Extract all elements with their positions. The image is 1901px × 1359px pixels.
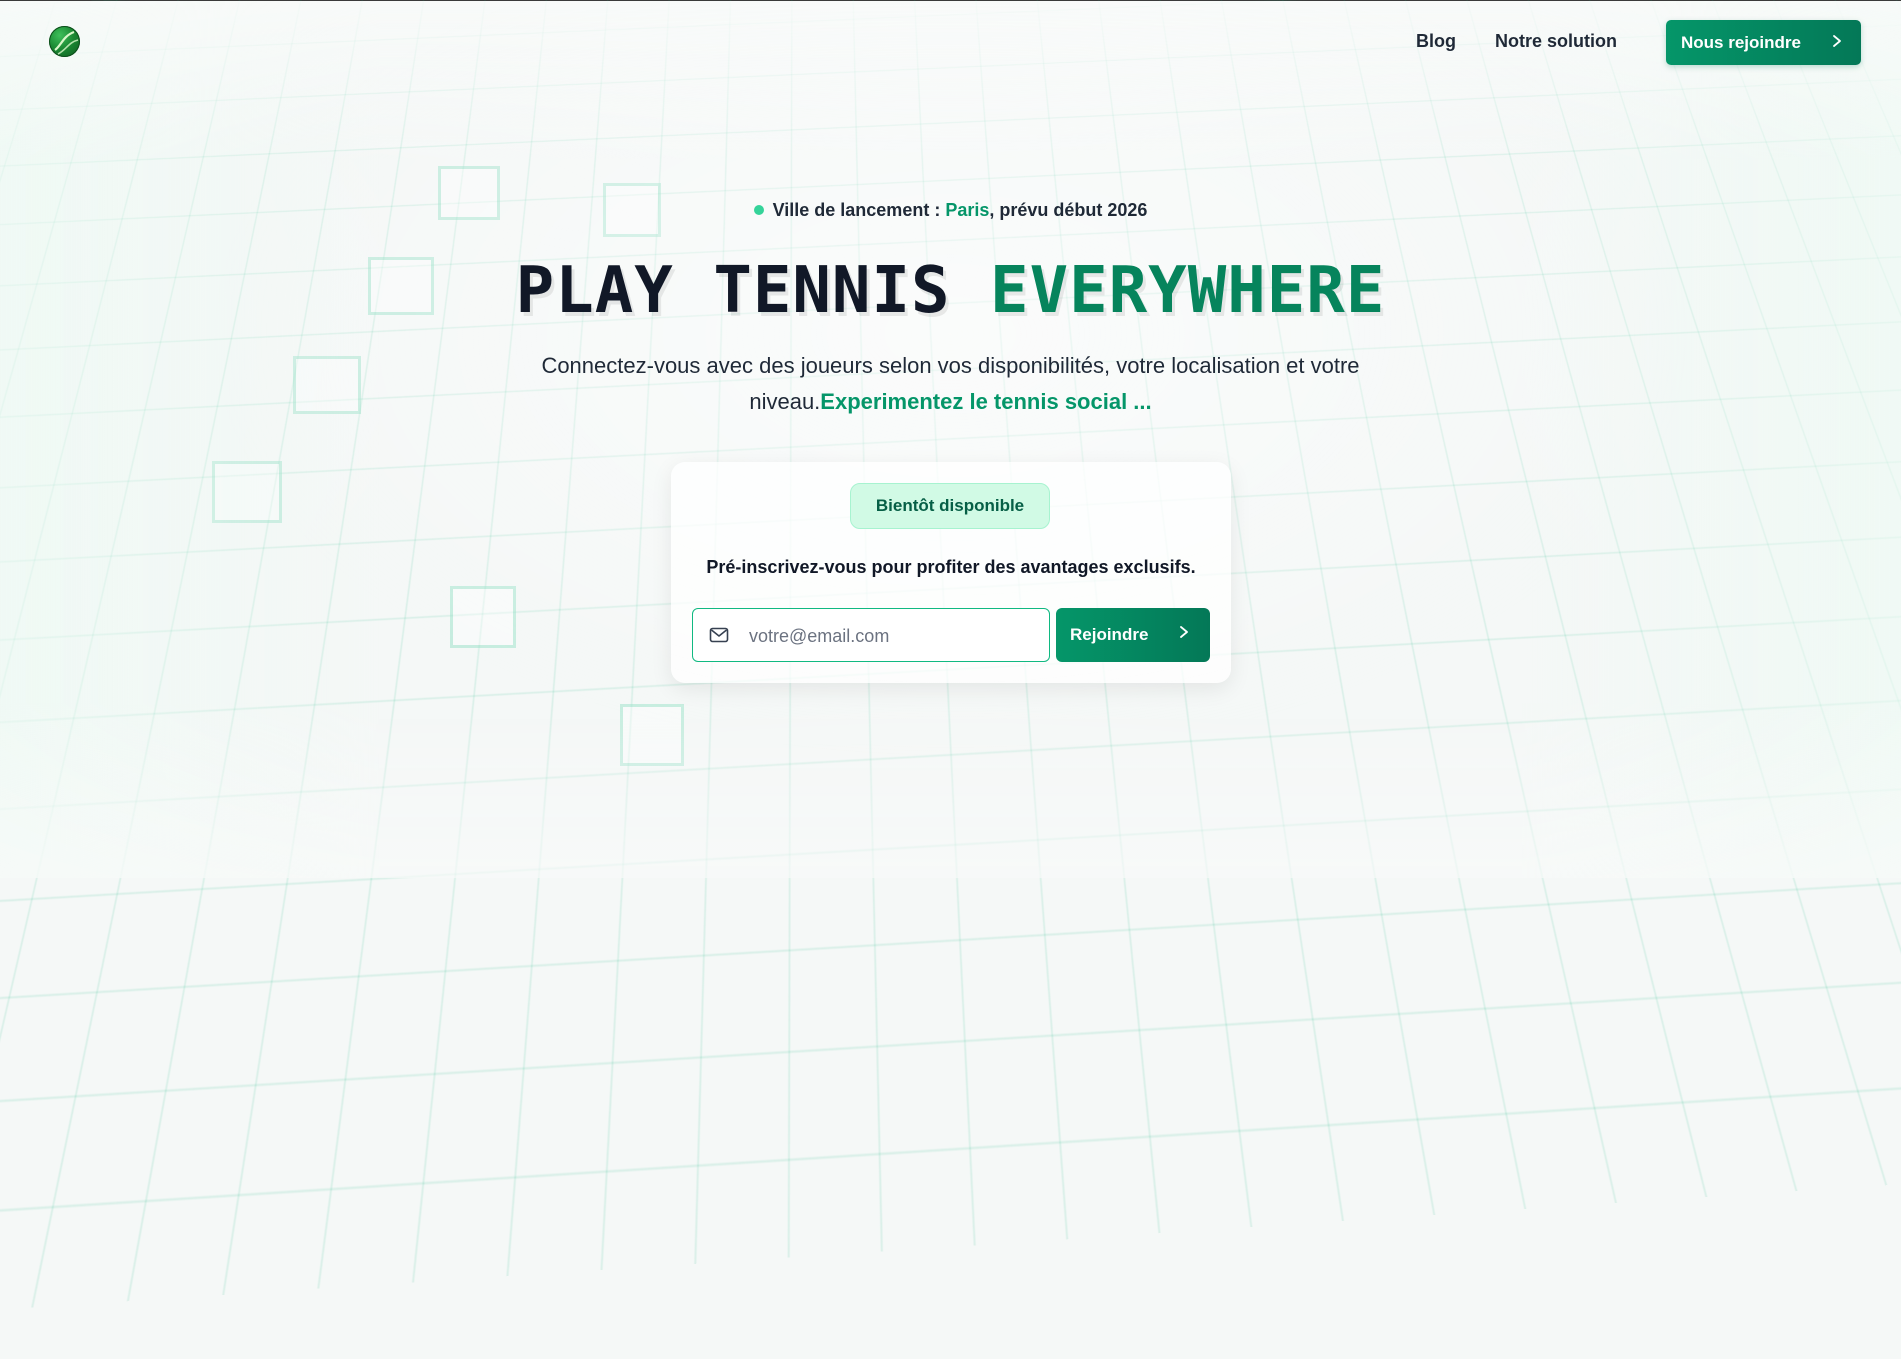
nav-link-blog[interactable]: Blog [1416, 31, 1456, 52]
join-us-label: Nous rejoindre [1681, 32, 1801, 52]
hero-subtitle: Connectez-vous avec des joueurs selon vo… [530, 348, 1371, 420]
launch-city: Paris [945, 200, 990, 220]
nav-link-notre-solution[interactable]: Notre solution [1495, 31, 1617, 52]
hero-subtitle-accent: Experimentez le tennis social ... [820, 389, 1152, 414]
status-dot-icon [753, 205, 764, 215]
chevron-right-icon [1178, 624, 1190, 645]
background-fade [0, 1, 1901, 878]
signup-text: Pré-inscrivez-vous pour profiter des ava… [706, 557, 1196, 577]
mail-icon [709, 626, 729, 649]
hero-title-part1: PLAY TENNIS [515, 254, 951, 328]
coming-soon-badge: Bientôt disponible [850, 483, 1050, 529]
email-field-wrapper [692, 608, 1050, 663]
top-nav: Blog Notre solution Nous rejoindre [0, 1, 1901, 83]
join-us-button[interactable]: Nous rejoindre [1666, 20, 1861, 65]
launch-prefix: Ville de lancement : [772, 200, 946, 220]
rejoindre-button[interactable]: Rejoindre [1056, 608, 1210, 662]
hero-title: PLAY TENNIS EVERYWHERE [0, 253, 1901, 329]
signup-card: Bientôt disponible Pré-inscrivez-vous po… [671, 462, 1231, 683]
rejoindre-label: Rejoindre [1070, 625, 1149, 644]
email-input[interactable] [747, 609, 1041, 663]
launch-info: Ville de lancement : Paris, prévu début … [0, 200, 1901, 221]
chevron-right-icon [1831, 32, 1843, 53]
tennis-ball-logo-icon[interactable] [49, 26, 80, 57]
hero-title-part2: EVERYWHERE [990, 254, 1386, 328]
launch-suffix: , prévu début 2026 [989, 200, 1148, 220]
